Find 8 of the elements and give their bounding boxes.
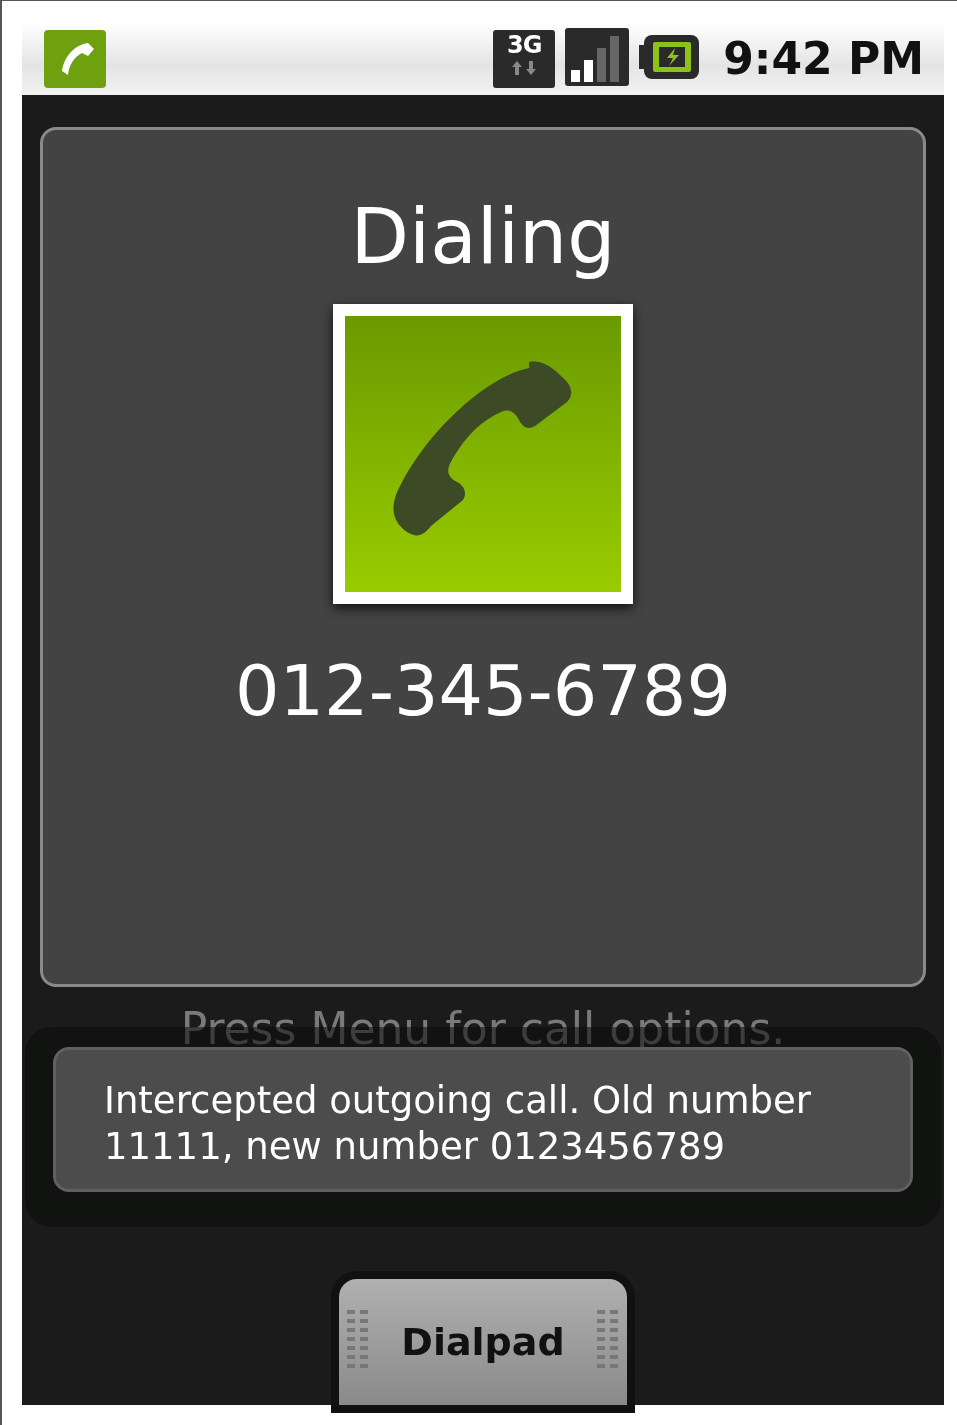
signal-icon	[565, 27, 630, 86]
network-type-icon: 3G	[493, 29, 556, 88]
call-status: Dialing	[350, 192, 616, 282]
toast-message: Intercepted outgoing call. Old number 11111, new number 0123456789	[53, 1047, 913, 1192]
battery-charging-icon	[639, 34, 700, 79]
phone-number: 012-345-6789	[235, 649, 731, 734]
phone-icon	[44, 29, 106, 88]
clock: 9:42 PM	[723, 33, 924, 84]
